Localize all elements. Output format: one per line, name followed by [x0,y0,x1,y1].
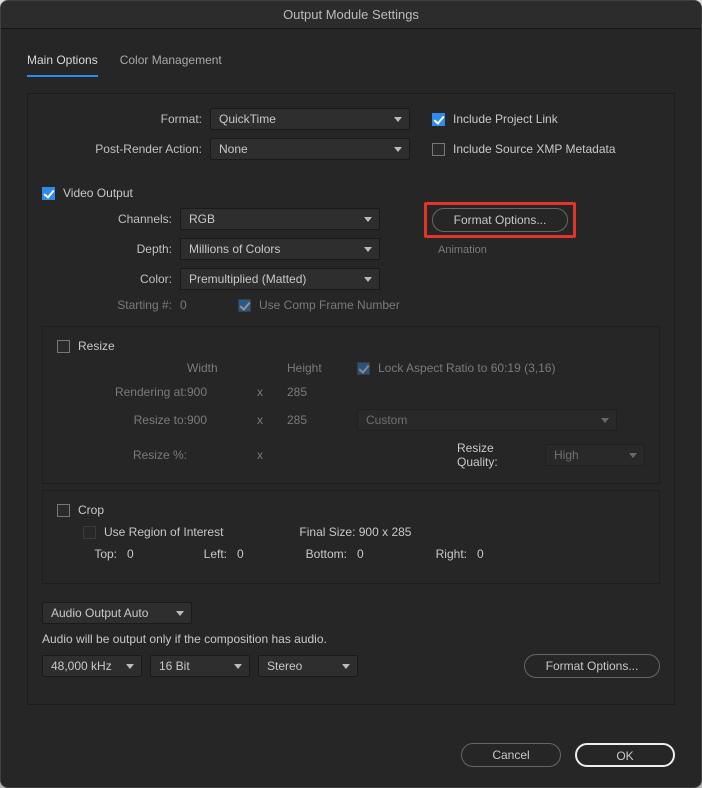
audio-bit-select[interactable]: 16 Bit [150,655,250,677]
resize-label: Resize [78,339,115,353]
rendering-width: 900 [187,385,257,399]
audio-rate-value: 48,000 kHz [51,659,112,673]
use-comp-frame-label: Use Comp Frame Number [259,298,400,312]
include-xmp-checkbox[interactable] [432,143,445,156]
color-value: Premultiplied (Matted) [189,272,306,286]
resize-quality-label: Resize Quality: [457,441,535,469]
codec-name: Animation [432,244,660,256]
resize-to-label: Resize to: [57,413,187,427]
include-project-link-label: Include Project Link [453,112,558,126]
resize-to-height: 285 [287,413,357,427]
cancel-label: Cancel [492,748,529,762]
resize-checkbox[interactable] [57,340,70,353]
audio-channel-select[interactable]: Stereo [258,655,358,677]
crop-left-value: 0 [227,547,257,561]
format-label: Format: [42,112,202,126]
crop-label: Crop [78,503,104,517]
format-select[interactable]: QuickTime [210,108,410,130]
content: Main Options Color Management Format: Qu… [1,29,701,787]
include-project-link-checkbox[interactable] [432,113,445,126]
x3: x [257,448,287,462]
crop-bottom-value: 0 [347,547,377,561]
audio-channel-value: Stereo [267,659,302,673]
color-label: Color: [42,272,172,286]
x2: x [257,413,287,427]
rendering-height: 285 [287,385,357,399]
crop-right-label: Right: [377,547,467,561]
use-comp-frame-checkbox [238,299,251,312]
resize-preset-select: Custom [357,409,617,431]
lock-aspect-checkbox [357,362,370,375]
crop-bottom-label: Bottom: [257,547,347,561]
resize-preset-value: Custom [366,413,407,427]
tabs: Main Options Color Management [27,47,675,85]
channels-select[interactable]: RGB [180,208,380,230]
use-roi-checkbox [83,526,96,539]
cancel-button[interactable]: Cancel [461,743,561,767]
post-render-select[interactable]: None [210,138,410,160]
x1: x [257,385,287,399]
starting-label: Starting #: [42,298,172,312]
color-select[interactable]: Premultiplied (Matted) [180,268,380,290]
final-size: Final Size: 900 x 285 [299,525,411,539]
include-xmp-label: Include Source XMP Metadata [453,142,616,156]
dialog-footer: Cancel OK [27,719,675,767]
channels-value: RGB [189,212,215,226]
tab-color-management[interactable]: Color Management [120,49,222,77]
post-render-value: None [219,142,248,156]
audio-format-options-label: Format Options... [546,659,639,673]
channels-label: Channels: [42,212,172,226]
crop-right-value: 0 [467,547,497,561]
crop-top-value: 0 [117,547,147,561]
output-module-settings-window: Output Module Settings Main Options Colo… [0,0,702,788]
starting-value: 0 [180,298,230,312]
crop-checkbox[interactable] [57,504,70,517]
rendering-at-label: Rendering at: [57,385,187,399]
audio-output-value: Audio Output Auto [51,606,148,620]
audio-format-options-button[interactable]: Format Options... [524,654,660,678]
audio-note: Audio will be output only if the composi… [42,632,327,646]
resize-quality-select: High [545,444,645,466]
audio-output-select[interactable]: Audio Output Auto [42,602,192,624]
depth-label: Depth: [42,242,172,256]
ok-label: OK [616,749,633,763]
post-render-label: Post-Render Action: [42,142,202,156]
audio-bit-value: 16 Bit [159,659,190,673]
resize-to-width: 900 [187,413,257,427]
resize-height-header: Height [287,361,357,375]
depth-value: Millions of Colors [189,242,280,256]
resize-quality-value: High [554,448,579,462]
window-title: Output Module Settings [1,1,701,29]
settings-panel: Format: QuickTime Include Project Link P… [27,93,675,705]
depth-select[interactable]: Millions of Colors [180,238,380,260]
use-roi-label: Use Region of Interest [104,525,223,539]
ok-button[interactable]: OK [575,743,675,767]
video-output-checkbox[interactable] [42,187,55,200]
format-value: QuickTime [219,112,276,126]
crop-section: Crop Use Region of Interest Final Size: … [42,490,660,584]
audio-rate-select[interactable]: 48,000 kHz [42,655,142,677]
resize-pct-label: Resize %: [57,448,187,462]
crop-left-label: Left: [147,547,227,561]
video-output-label: Video Output [63,186,133,200]
tab-main-options[interactable]: Main Options [27,49,98,77]
lock-aspect-label: Lock Aspect Ratio to 60:19 (3,16) [378,361,555,375]
video-format-options-button[interactable]: Format Options... [432,208,568,232]
resize-section: Resize Width Height Lock Aspect Ratio to… [42,326,660,484]
crop-top-label: Top: [67,547,117,561]
video-format-options-label: Format Options... [454,213,547,227]
resize-width-header: Width [187,361,257,375]
